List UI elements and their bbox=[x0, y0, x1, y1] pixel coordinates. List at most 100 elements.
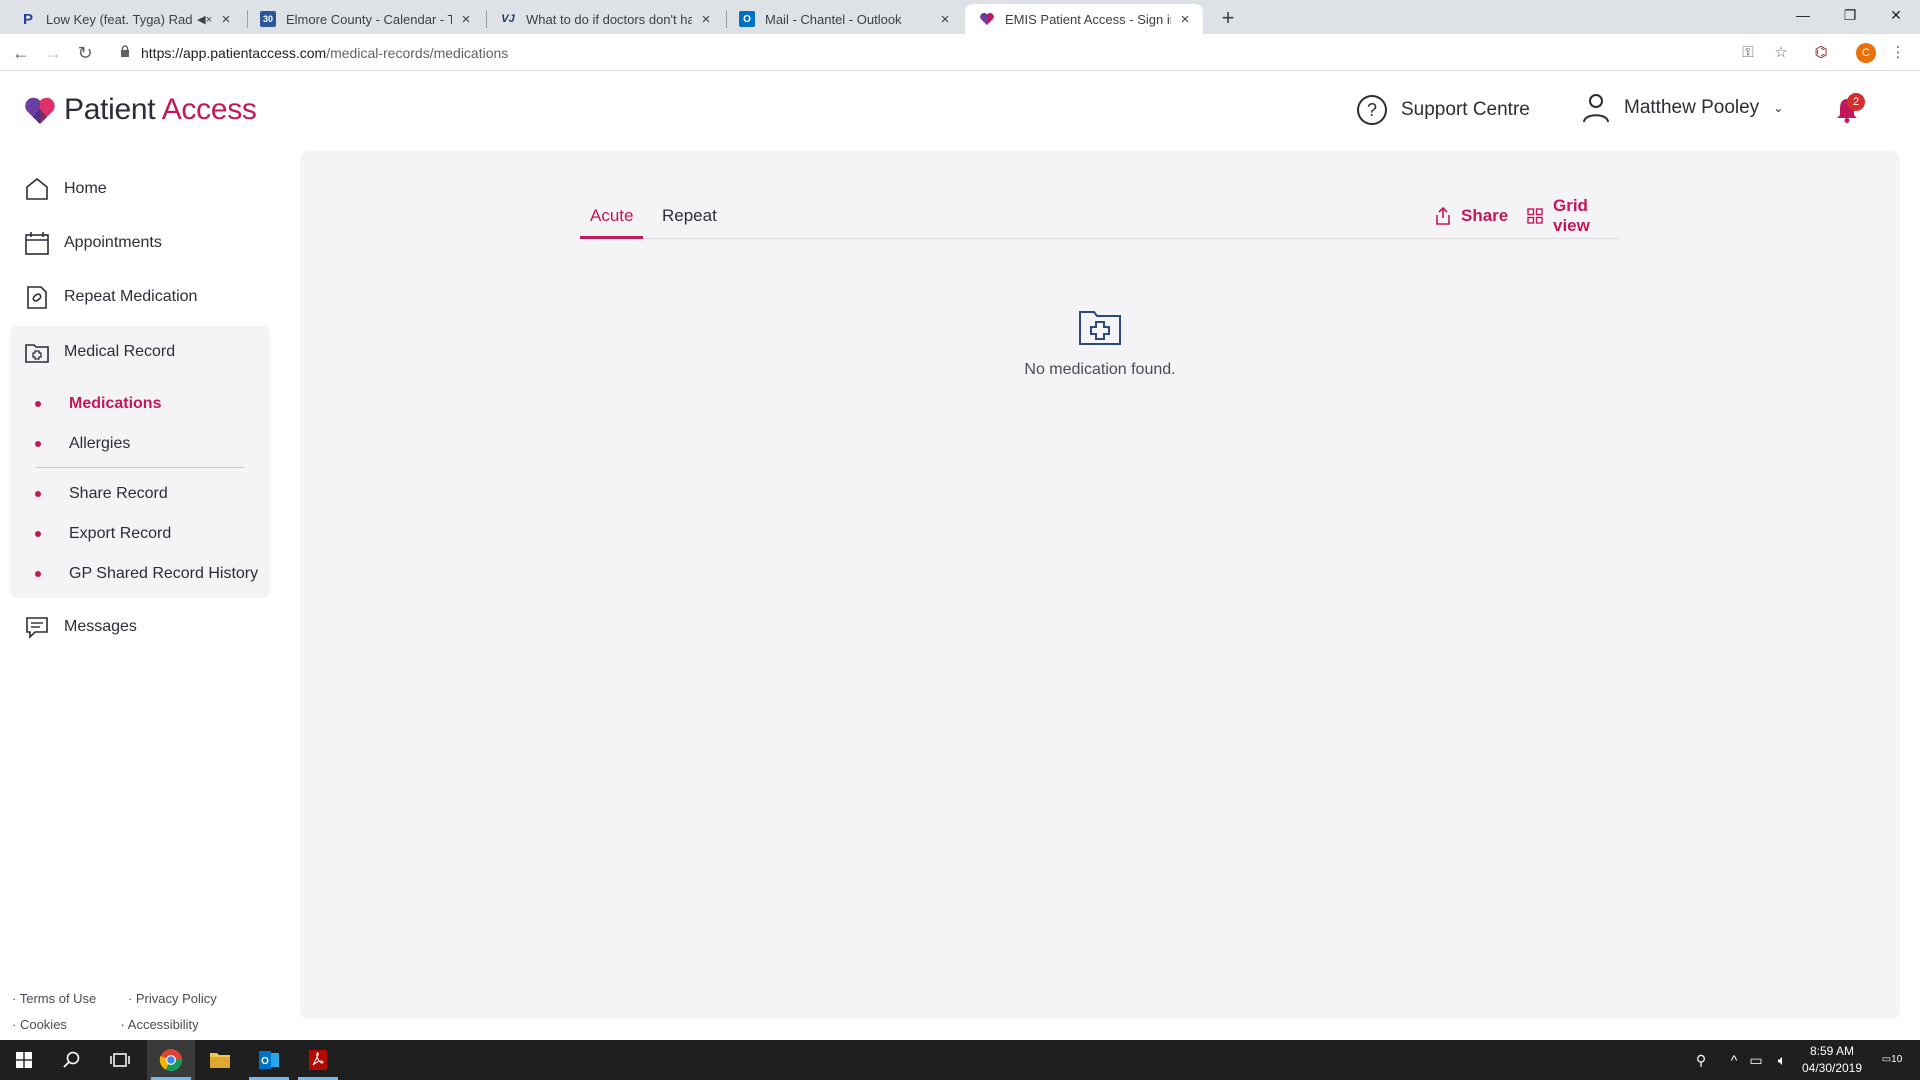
grid-view-label: Grid view bbox=[1553, 196, 1590, 235]
close-tab-icon[interactable]: × bbox=[698, 11, 714, 28]
chevron-down-icon: ⌄ bbox=[1773, 101, 1784, 115]
network-icon[interactable]: ▭ bbox=[1746, 1040, 1766, 1080]
browser-tab-pandora[interactable]: P Low Key (feat. Tyga) Radio - ◀× × bbox=[6, 4, 244, 34]
url-host: https://app.patientaccess.com bbox=[141, 45, 327, 61]
reload-icon[interactable]: ↻ bbox=[73, 41, 97, 65]
sidebar-subitem-share-record[interactable]: Share Record bbox=[35, 485, 168, 503]
windows-start-icon[interactable] bbox=[0, 1040, 48, 1080]
file-explorer-icon[interactable] bbox=[196, 1040, 244, 1080]
sidebar-item-home[interactable]: Home bbox=[10, 165, 270, 213]
outlook-taskbar-icon[interactable]: O bbox=[245, 1040, 293, 1080]
grid-icon bbox=[1527, 208, 1543, 224]
system-clock[interactable]: 8:59 AM 04/30/2019 bbox=[1792, 1043, 1872, 1077]
new-tab-button[interactable]: + bbox=[1214, 5, 1242, 33]
svg-text:O: O bbox=[261, 1056, 269, 1067]
sidebar-subitem-label: Allergies bbox=[69, 435, 131, 452]
tab-title: Elmore County - Calendar - Tues bbox=[286, 11, 452, 27]
prescription-icon bbox=[24, 284, 50, 310]
close-tab-icon[interactable]: × bbox=[937, 11, 953, 28]
tab-title: Low Key (feat. Tyga) Radio - bbox=[46, 11, 193, 27]
sidebar-item-messages[interactable]: Messages bbox=[10, 603, 270, 651]
minimize-button[interactable]: — bbox=[1780, 0, 1826, 30]
forward-arrow-icon[interactable]: → bbox=[41, 41, 65, 65]
sidebar-item-medical-record[interactable]: Medical Record bbox=[10, 328, 270, 376]
accessibility-link[interactable]: · Accessibility bbox=[121, 1017, 213, 1032]
task-view-icon[interactable] bbox=[96, 1040, 144, 1080]
medical-folder-icon bbox=[24, 339, 50, 365]
footer-links-row1: · Terms of Use · Privacy Policy bbox=[12, 991, 245, 1006]
close-tab-icon[interactable]: × bbox=[1177, 11, 1193, 28]
url-path: /medical-records/medications bbox=[326, 45, 509, 61]
key-icon[interactable]: ⚿ bbox=[1737, 42, 1759, 64]
acrobat-taskbar-icon[interactable] bbox=[294, 1040, 342, 1080]
lock-icon[interactable] bbox=[120, 45, 130, 60]
empty-folder-medical-icon bbox=[1079, 311, 1121, 345]
terms-link[interactable]: · Terms of Use bbox=[12, 991, 110, 1006]
tab-repeat[interactable]: Repeat bbox=[652, 199, 727, 239]
privacy-link[interactable]: · Privacy Policy bbox=[128, 991, 231, 1006]
volume-icon[interactable]: 🔈︎ bbox=[1772, 1040, 1792, 1080]
empty-state-message: No medication found. bbox=[1024, 361, 1176, 378]
bullet-dot bbox=[35, 531, 41, 537]
browser-tab-calendar[interactable]: 30 Elmore County - Calendar - Tues × bbox=[246, 4, 484, 34]
pandora-icon: P bbox=[22, 10, 33, 28]
grid-view-button[interactable]: Grid view bbox=[1527, 196, 1620, 235]
sidebar-subitem-allergies[interactable]: Allergies bbox=[35, 435, 130, 453]
sidebar-item-label: Repeat Medication bbox=[64, 288, 198, 305]
share-button[interactable]: Share bbox=[1435, 199, 1508, 233]
terms-link-label: Terms of Use bbox=[19, 991, 97, 1006]
notification-badge: 2 bbox=[1847, 93, 1865, 111]
close-window-button[interactable]: ✕ bbox=[1873, 0, 1919, 30]
user-name: Matthew Pooley bbox=[1624, 97, 1760, 118]
close-tab-icon[interactable]: × bbox=[458, 11, 474, 28]
sidebar-subitem-gp-shared-record-history[interactable]: GP Shared Record History bbox=[35, 565, 258, 583]
sidebar-subitem-medications[interactable]: Medications bbox=[35, 395, 161, 413]
sidebar-item-label: Medical Record bbox=[64, 343, 176, 360]
acrobat-extension-icon[interactable]: ⌬ bbox=[1810, 42, 1832, 64]
bullet-dot bbox=[35, 441, 41, 447]
browser-tab-vj[interactable]: VJ What to do if doctors don't have × bbox=[486, 4, 724, 34]
address-bar[interactable]: https://app.patientaccess.com/medical-re… bbox=[141, 45, 508, 61]
cookies-link-label: Cookies bbox=[19, 1017, 67, 1032]
user-menu[interactable]: Matthew Pooley ⌄ bbox=[1582, 93, 1783, 123]
cookies-link[interactable]: · Cookies bbox=[12, 1017, 81, 1032]
back-arrow-icon[interactable]: ← bbox=[9, 41, 33, 65]
sidebar-item-repeat-medication[interactable]: Repeat Medication bbox=[10, 273, 270, 321]
search-icon[interactable] bbox=[48, 1040, 96, 1080]
profile-avatar[interactable]: C bbox=[1856, 43, 1876, 63]
windows-taskbar: O ⚲ ^ ▭ 🔈︎ 8:59 AM 04/30/2019 ▭10 bbox=[0, 1040, 1920, 1080]
close-tab-icon[interactable]: × bbox=[218, 11, 234, 28]
patient-access-logo[interactable]: Patient Access bbox=[24, 93, 257, 127]
share-icon bbox=[1435, 207, 1451, 225]
restore-button[interactable]: ❐ bbox=[1827, 0, 1873, 30]
chevron-up-icon[interactable]: ^ bbox=[1724, 1040, 1744, 1080]
sidebar-nav: Home Appointments Repeat Medication Medi… bbox=[0, 151, 280, 1041]
browser-tab-patient-access[interactable]: EMIS Patient Access - Sign in or r × bbox=[965, 4, 1203, 34]
sidebar-item-appointments[interactable]: Appointments bbox=[10, 219, 270, 267]
share-label: Share bbox=[1461, 206, 1509, 225]
app-header: Patient Access ? Support Centre Matthew … bbox=[0, 71, 1920, 151]
menu-kebab-icon[interactable]: ⋮ bbox=[1887, 42, 1909, 64]
browser-tab-outlook[interactable]: O Mail - Chantel - Outlook × bbox=[725, 4, 963, 34]
support-centre-label: Support Centre bbox=[1401, 99, 1530, 120]
bullet-dot bbox=[35, 571, 41, 577]
people-icon[interactable]: ⚲ bbox=[1688, 1040, 1714, 1080]
support-centre-link[interactable]: ? Support Centre bbox=[1357, 95, 1530, 125]
action-center-icon[interactable]: ▭10 bbox=[1876, 1040, 1908, 1080]
sidebar-item-label: Appointments bbox=[64, 234, 162, 251]
tab-acute[interactable]: Acute bbox=[580, 199, 644, 239]
empty-state: No medication found. bbox=[1000, 306, 1200, 379]
chrome-taskbar-icon[interactable] bbox=[147, 1040, 195, 1080]
medical-record-section: Medical Record bbox=[10, 326, 270, 598]
calendar-icon bbox=[24, 230, 50, 256]
sidebar-subitem-label: Export Record bbox=[69, 525, 172, 542]
action-center-count: 10 bbox=[1891, 1054, 1903, 1065]
speaker-muted-icon[interactable]: ◀× bbox=[197, 13, 212, 26]
accessibility-link-label: Accessibility bbox=[127, 1017, 199, 1032]
sidebar-subitem-label: GP Shared Record History bbox=[69, 565, 259, 582]
help-icon: ? bbox=[1357, 95, 1387, 125]
bookmark-star-icon[interactable]: ☆ bbox=[1770, 42, 1792, 64]
clock-time: 8:59 AM bbox=[1809, 1044, 1855, 1058]
bullet-dot bbox=[35, 401, 41, 407]
sidebar-subitem-export-record[interactable]: Export Record bbox=[35, 525, 171, 543]
